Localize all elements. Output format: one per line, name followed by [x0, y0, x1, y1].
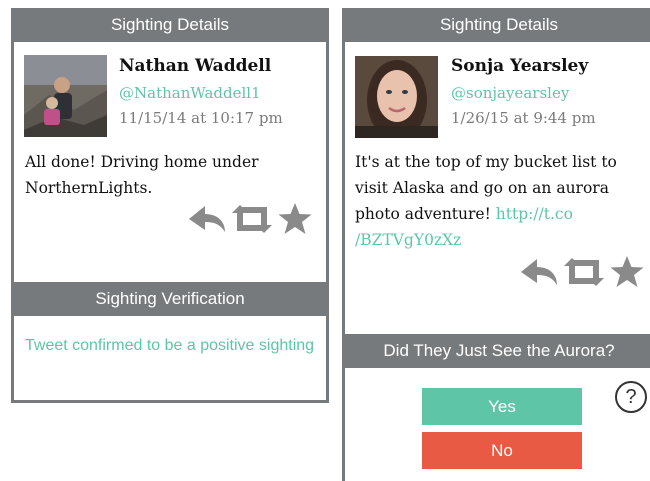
help-icon[interactable]: ?: [615, 381, 647, 413]
tweet-text: All done! Driving home under NorthernLig…: [25, 149, 315, 201]
sighting-details-header: Sighting Details: [345, 8, 650, 42]
sighting-verification-header: Sighting Verification: [14, 282, 326, 316]
avatar-photo-icon: [24, 55, 107, 137]
tweet-actions: [187, 202, 316, 236]
avatar: [24, 55, 107, 137]
user-handle[interactable]: @sonjayearsley: [451, 84, 569, 102]
reply-icon[interactable]: [187, 203, 227, 235]
aurora-question-header: Did They Just See the Aurora?: [345, 334, 650, 368]
tweet-timestamp: 11/15/14 at 10:17 pm: [119, 109, 283, 127]
user-handle[interactable]: @NathanWaddell1: [119, 84, 261, 102]
sighting-card-nathan: Sighting Details Nathan Waddell @NathanW…: [11, 8, 329, 403]
tweet-text: It's at the top of my bucket list to vis…: [355, 149, 640, 253]
tweet-timestamp: 1/26/15 at 9:44 pm: [451, 109, 596, 127]
favorite-icon[interactable]: [277, 202, 313, 236]
sighting-details-header: Sighting Details: [14, 8, 326, 42]
retweet-icon[interactable]: [562, 256, 606, 288]
tweet-text-body: All done! Driving home under NorthernLig…: [25, 153, 259, 197]
user-name: Sonja Yearsley: [451, 56, 589, 76]
avatar-photo-icon: [355, 56, 438, 138]
avatar: [355, 56, 438, 138]
sighting-card-sonja: Sighting Details Sonja Yearsley @sonjaye…: [342, 8, 650, 481]
tweet-text-body: It's at the top of my bucket list to vis…: [355, 153, 617, 223]
retweet-icon[interactable]: [230, 203, 274, 235]
favorite-icon[interactable]: [609, 255, 645, 289]
verification-status: Tweet confirmed to be a positive sightin…: [25, 337, 315, 354]
no-button[interactable]: No: [422, 432, 582, 469]
user-name: Nathan Waddell: [119, 56, 272, 76]
yes-button[interactable]: Yes: [422, 388, 582, 425]
tweet-actions: [519, 255, 648, 289]
reply-icon[interactable]: [519, 256, 559, 288]
